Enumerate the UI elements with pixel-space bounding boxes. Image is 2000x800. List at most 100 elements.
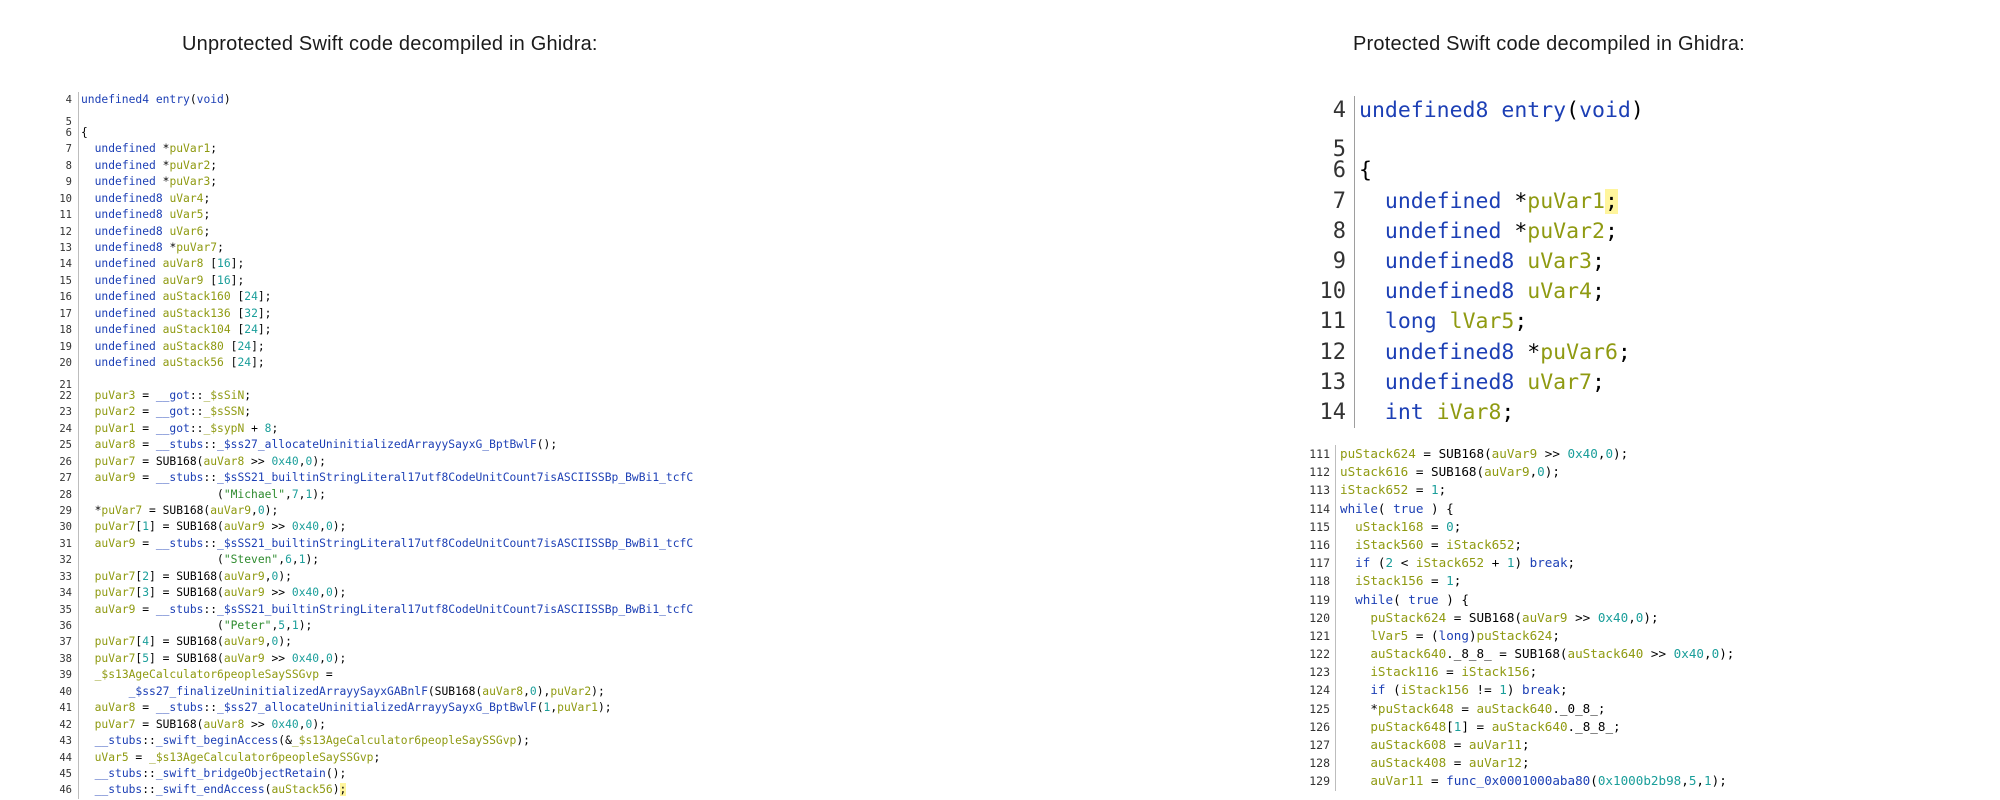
code-line: 21 — [40, 371, 820, 391]
code-text — [1354, 126, 1359, 157]
code-text: __stubs::_swift_endAccess(auStack56); — [78, 782, 347, 799]
code-line: 117 if (2 < iStack652 + 1) break; — [1300, 554, 1780, 573]
code-text: undefined8 uVar3; — [1354, 246, 1605, 278]
line-number: 12 — [1319, 339, 1347, 365]
code-text: iStack560 = iStack652; — [1335, 535, 1522, 555]
line-number: 20 — [59, 357, 72, 369]
code-text: auVar8 = __stubs::_$ss27_allocateUniniti… — [78, 437, 557, 454]
line-number: 115 — [1309, 519, 1330, 534]
line-number: 113 — [1309, 483, 1330, 498]
line-number: 31 — [59, 537, 72, 550]
line-number: 6 — [1332, 158, 1346, 184]
line-number: 8 — [1332, 218, 1346, 244]
line-number: 15 — [59, 274, 72, 287]
line-number: 39 — [59, 669, 72, 682]
code-text: undefined auVar8 [16]; — [78, 256, 244, 273]
line-number: 118 — [1309, 574, 1330, 589]
code-text: undefined auStack160 [24]; — [78, 289, 271, 306]
line-number: 40 — [59, 685, 72, 698]
code-text: undefined auVar9 [16]; — [78, 272, 244, 290]
line-number: 30 — [59, 521, 72, 534]
code-line: 7 undefined *puVar1; — [1300, 186, 1720, 217]
code-line: 128 auStack408 = auVar12; — [1300, 754, 1780, 773]
line-number: 37 — [59, 636, 72, 649]
code-line: 12 undefined8 *puVar6; — [1300, 337, 1720, 368]
code-text: undefined *puVar2; — [1354, 216, 1618, 247]
code-text: puVar3 = __got::_$sSiN; — [78, 387, 251, 405]
line-number: 10 — [1319, 279, 1347, 305]
code-line: 112 uStack616 = SUB168(auVar9,0); — [1300, 463, 1780, 482]
line-number: 38 — [59, 652, 72, 665]
line-number: 128 — [1309, 756, 1330, 771]
code-text: _$ss27_finalizeUninitializedArrayySayxGA… — [78, 683, 605, 701]
code-line: 11 long lVar5; — [1300, 307, 1720, 338]
code-text: puVar7[1] = SUB168(auVar9 >> 0x40,0); — [78, 519, 346, 536]
code-line: 10 undefined8 uVar4; — [1300, 277, 1720, 308]
code-line: 19 undefined auStack80 [24]; — [40, 338, 820, 355]
code-line: 8 undefined *puVar2; — [1300, 216, 1720, 247]
code-text: puVar2 = __got::_$sSSN; — [78, 404, 251, 421]
line-number: 122 — [1309, 647, 1330, 662]
code-line: 11 undefined8 uVar5; — [40, 207, 820, 224]
code-text — [78, 108, 81, 125]
line-number: 44 — [59, 751, 72, 764]
code-line: 9 undefined *puVar3; — [40, 174, 820, 191]
code-line: 37 puVar7[4] = SUB168(auVar9,0); — [40, 634, 820, 651]
code-line: 35 auVar9 = __stubs::_$sSS21_builtinStri… — [40, 601, 820, 618]
code-text: auVar9 = __stubs::_$sSS21_builtinStringL… — [78, 470, 693, 487]
line-number: 126 — [1309, 719, 1330, 734]
code-line: 45 __stubs::_swift_bridgeObjectRetain(); — [40, 765, 820, 783]
code-line: 30 puVar7[1] = SUB168(auVar9 >> 0x40,0); — [40, 519, 820, 536]
line-number: 7 — [65, 143, 72, 156]
code-text: puStack648[1] = auStack640._8_8_; — [1335, 717, 1621, 736]
code-text: int iVar8; — [1354, 397, 1514, 429]
code-line: 44 uVar5 = _$s13AgeCalculator6peopleSayS… — [40, 749, 820, 766]
unprotected-code-listing[interactable]: 4 undefined4 entry(void) 5 6{7 undefined *p… — [40, 92, 820, 800]
code-text: undefined auStack80 [24]; — [78, 338, 265, 355]
code-text: auVar8 = __stubs::_$ss27_allocateUniniti… — [78, 700, 612, 717]
line-number: 46 — [59, 784, 72, 797]
code-line: 31 auVar9 = __stubs::_$sSS21_builtinStri… — [40, 535, 820, 553]
line-number: 11 — [1319, 309, 1347, 335]
code-line: 129 auVar11 = func_0x0001000aba80(0x1000… — [1300, 772, 1780, 791]
line-number: 123 — [1309, 665, 1330, 680]
code-line: 9 undefined8 uVar3; — [1300, 246, 1720, 278]
code-text: puVar7 = SUB168(auVar8 >> 0x40,0); — [78, 453, 326, 471]
code-text: undefined8 *puVar6; — [1354, 337, 1631, 368]
code-line: 124 if (iStack156 != 1) break; — [1300, 681, 1780, 700]
code-line: 22 puVar3 = __got::_$sSiN; — [40, 387, 820, 405]
code-line: 118 iStack156 = 1; — [1300, 572, 1780, 591]
line-number: 41 — [59, 702, 72, 715]
code-line: 126 puStack648[1] = auStack640._8_8_; — [1300, 717, 1780, 736]
line-number: 24 — [59, 422, 72, 435]
protected-code-listing-header[interactable]: 4 undefined8 entry(void) 5 6{7 undefined *p… — [1300, 96, 1720, 436]
line-number: 111 — [1309, 447, 1330, 461]
line-number: 116 — [1309, 537, 1330, 552]
code-text: ("Steven",6,1); — [78, 552, 319, 569]
code-text: undefined8 uVar5; — [78, 207, 210, 224]
code-line: 41 auVar8 = __stubs::_$ss27_allocateUnin… — [40, 700, 820, 717]
code-line: 26 puVar7 = SUB168(auVar8 >> 0x40,0); — [40, 453, 820, 471]
code-text: undefined auStack136 [32]; — [78, 305, 271, 323]
code-line: 18 undefined auStack104 [24]; — [40, 322, 820, 339]
code-line: 34 puVar7[3] = SUB168(auVar9 >> 0x40,0); — [40, 585, 820, 602]
code-line: 12 undefined8 uVar6; — [40, 223, 820, 240]
line-number: 6 — [65, 126, 72, 139]
code-line: 23 puVar2 = __got::_$sSSN; — [40, 404, 820, 421]
code-line: 46 __stubs::_swift_endAccess(auStack56); — [40, 782, 820, 799]
line-number: 125 — [1309, 701, 1330, 716]
protected-code-listing-body[interactable]: 111 puStack624 = SUB168(auVar9 >> 0x40,0)… — [1300, 445, 1780, 800]
line-number: 17 — [59, 307, 72, 320]
code-text: while( true ) { — [1335, 499, 1454, 518]
code-line: 14 int iVar8; — [1300, 397, 1720, 429]
right-panel-title: Protected Swift code decompiled in Ghidr… — [1353, 33, 1745, 55]
code-line: 36 ("Peter",5,1); — [40, 618, 820, 635]
code-text: puVar7[3] = SUB168(auVar9 >> 0x40,0); — [78, 585, 346, 602]
line-number: 4 — [1332, 98, 1346, 123]
line-number: 10 — [59, 192, 72, 205]
line-number: 117 — [1309, 556, 1330, 571]
code-text: undefined8 uVar4; — [1354, 277, 1605, 308]
code-line: 15 undefined auVar9 [16]; — [40, 272, 820, 290]
code-line: 43 __stubs::_swift_beginAccess(&_$s13Age… — [40, 733, 820, 750]
code-line: 28 ("Michael",7,1); — [40, 486, 820, 503]
